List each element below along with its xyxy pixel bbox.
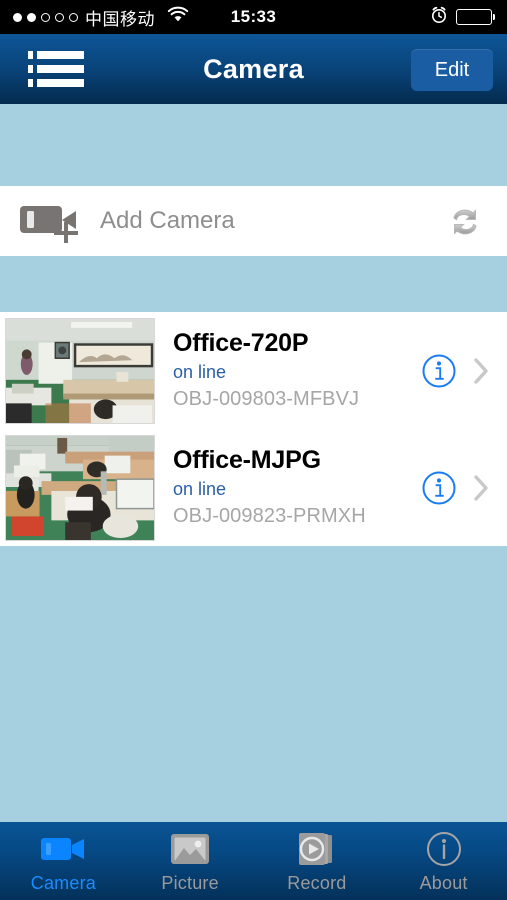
menu-bar	[37, 65, 84, 73]
battery-icon	[455, 9, 495, 25]
camera-name: Office-720P	[173, 329, 309, 358]
tab-camera[interactable]: Camera	[0, 822, 127, 900]
camera-info: Office-MJPG on line OBJ-009823-PRMXH	[173, 446, 421, 528]
menu-bar	[37, 51, 84, 59]
chevron-right-icon[interactable]	[473, 357, 489, 385]
edit-button[interactable]: Edit	[411, 49, 493, 91]
add-camera-row[interactable]: Add Camera	[0, 186, 507, 256]
status-bar-right	[430, 6, 495, 29]
add-camera-label: Add Camera	[100, 207, 235, 234]
menu-bullet	[28, 65, 33, 73]
list-menu-icon[interactable]	[28, 49, 84, 89]
tab-record[interactable]: Record	[254, 822, 381, 900]
camera-serial: OBJ-009823-PRMXH	[173, 504, 366, 527]
menu-bar	[37, 79, 84, 87]
tab-about[interactable]: About	[380, 822, 507, 900]
camera-thumbnail	[5, 317, 155, 424]
camcorder-icon	[40, 829, 86, 869]
picture-icon	[169, 829, 211, 869]
navigation-bar: Camera Edit	[0, 34, 507, 104]
camera-list: Office-720P on line OBJ-009803-MFBVJ Off…	[0, 312, 507, 546]
tab-picture[interactable]: Picture	[127, 822, 254, 900]
camera-row-actions	[421, 470, 489, 506]
camera-serial: OBJ-009803-MFBVJ	[173, 387, 360, 410]
chevron-right-icon[interactable]	[473, 474, 489, 502]
tab-picture-label: Picture	[161, 872, 219, 893]
info-circle-icon[interactable]	[421, 353, 457, 389]
camera-status: on line	[173, 362, 227, 383]
camera-info: Office-720P on line OBJ-009803-MFBVJ	[173, 329, 421, 411]
tab-bar: Camera Picture Record About	[0, 822, 507, 900]
phone-screen: 中国移动 15:33 Camera Edit Add Camera Office…	[0, 0, 507, 900]
refresh-sync-icon[interactable]	[445, 203, 485, 241]
menu-row	[28, 65, 84, 73]
play-stack-icon	[296, 829, 338, 869]
camera-row-actions	[421, 353, 489, 389]
menu-row	[28, 51, 84, 59]
menu-bullet	[28, 79, 33, 87]
alarm-clock-icon	[430, 6, 448, 29]
status-bar: 中国移动 15:33	[0, 0, 507, 34]
menu-bullet	[28, 51, 33, 59]
tab-camera-label: Camera	[30, 872, 96, 893]
camcorder-plus-icon	[20, 199, 82, 243]
camera-list-item[interactable]: Office-MJPG on line OBJ-009823-PRMXH	[0, 429, 507, 546]
camera-thumbnail	[5, 434, 155, 541]
info-circle-icon	[425, 829, 463, 869]
content-area: Add Camera Office-720P on line OBJ-00980…	[0, 104, 507, 822]
info-circle-icon[interactable]	[421, 470, 457, 506]
tab-record-label: Record	[287, 872, 347, 893]
camera-name: Office-MJPG	[173, 446, 321, 475]
menu-row	[28, 79, 84, 87]
camera-list-item[interactable]: Office-720P on line OBJ-009803-MFBVJ	[0, 312, 507, 429]
camera-status: on line	[173, 479, 227, 500]
tab-about-label: About	[419, 872, 468, 893]
